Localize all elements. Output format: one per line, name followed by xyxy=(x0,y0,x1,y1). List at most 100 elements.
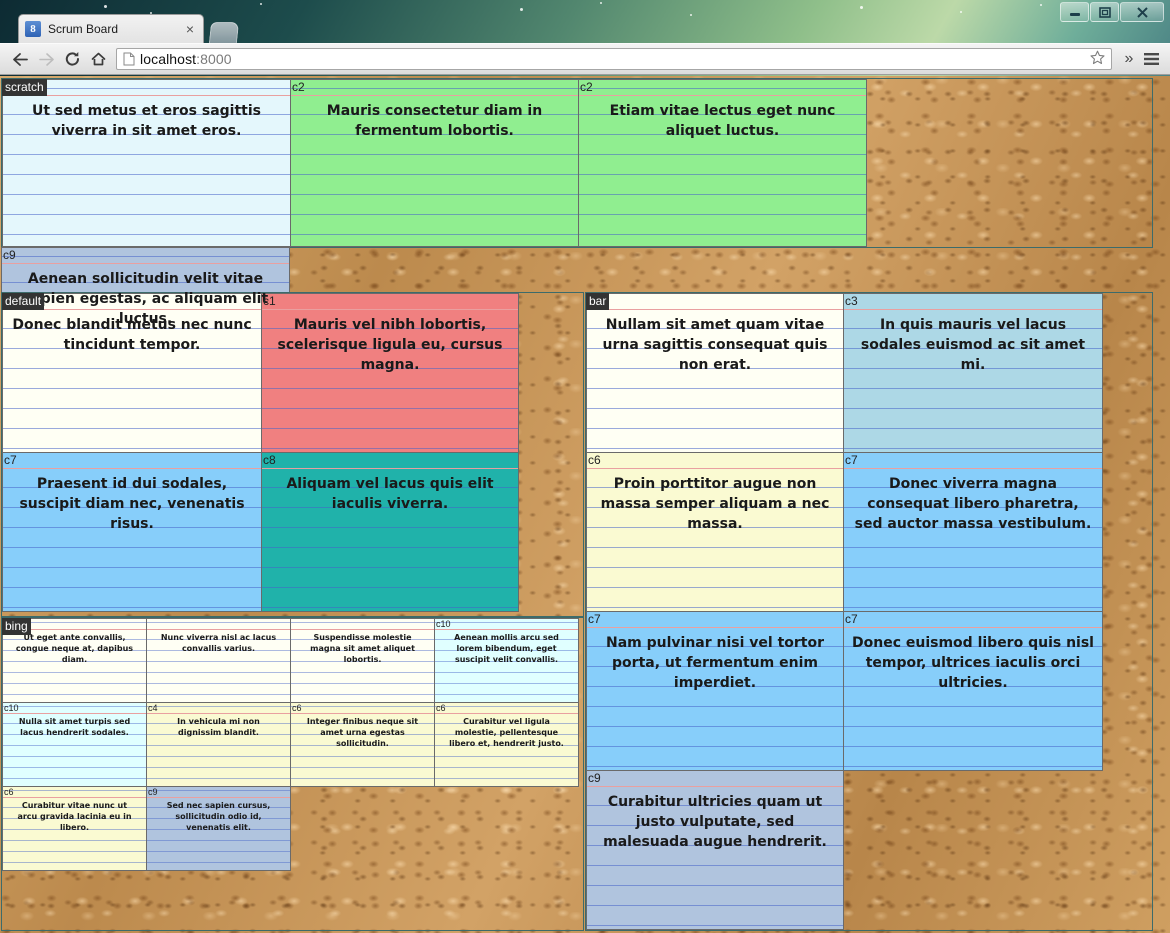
card-text: Nam pulvinar nisi vel tortor porta, ut f… xyxy=(605,635,825,691)
card-first-rule xyxy=(587,468,843,469)
card[interactable]: c4 In vehicula mi non dignissim blandit. xyxy=(146,702,291,787)
card[interactable]: c2 Mauris consectetur diam in fermentum … xyxy=(290,79,579,247)
card-text: Nunc viverra nisl ac lacus convallis var… xyxy=(160,633,277,653)
card-first-rule xyxy=(435,629,578,630)
card-id: c9 xyxy=(3,248,16,262)
card-first-rule xyxy=(3,797,146,798)
back-icon[interactable] xyxy=(8,47,32,71)
card[interactable]: Nunc viverra nisl ac lacus convallis var… xyxy=(146,618,291,703)
card[interactable]: c3 In quis mauris vel lacus sodales euis… xyxy=(843,293,1103,453)
card-id: c9 xyxy=(588,771,601,785)
card-text: Suspendisse molestie magna sit amet aliq… xyxy=(310,633,415,664)
card[interactable]: c7 Nam pulvinar nisi vel tortor porta, u… xyxy=(586,611,844,771)
new-tab-button[interactable] xyxy=(208,22,240,43)
card-text: Aliquam vel lacus quis elit iaculis vive… xyxy=(286,476,494,512)
card-id: c6 xyxy=(436,703,446,713)
card[interactable]: c6 Curabitur vel ligula molestie, pellen… xyxy=(434,702,579,787)
card-first-rule xyxy=(291,95,578,96)
card-text: Nulla sit amet turpis sed lacus hendreri… xyxy=(18,717,131,737)
card-first-rule xyxy=(291,629,434,630)
close-button[interactable] xyxy=(1120,2,1164,22)
card[interactable]: Ut sed metus et eros sagittis viverra in… xyxy=(2,79,291,247)
card-first-rule xyxy=(587,309,843,310)
card-text: Proin porttitor augue non massa semper a… xyxy=(600,476,830,532)
card-id: c10 xyxy=(4,703,19,713)
board-bing[interactable]: bing Ut eget ante convallis, congue nequ… xyxy=(1,617,584,931)
board-label-bing: bing xyxy=(2,618,31,635)
card-text: Etiam vitae lectus eget nunc aliquet luc… xyxy=(609,103,836,139)
tab-scrum-board[interactable]: 8 Scrum Board × xyxy=(18,14,204,43)
card-id: c7 xyxy=(845,453,858,467)
card-text: Donec euismod libero quis nisl tempor, u… xyxy=(852,635,1094,691)
card[interactable]: c1 Mauris vel nibh lobortis, scelerisque… xyxy=(261,293,519,453)
card-first-rule xyxy=(587,627,843,628)
card-text: In quis mauris vel lacus sodales euismod… xyxy=(860,317,1086,373)
card-text: Nullam sit amet quam vitae urna sagittis… xyxy=(602,317,828,373)
card[interactable]: c8 Aliquam vel lacus quis elit iaculis v… xyxy=(261,452,519,612)
url-host: localhost xyxy=(140,51,197,67)
card[interactable]: c7 Donec viverra magna consequat libero … xyxy=(843,452,1103,612)
card-text: Sed nec sapien cursus, sollicitudin odio… xyxy=(166,801,271,832)
card-text: Curabitur vitae nunc ut arcu gravida lac… xyxy=(17,801,132,832)
card[interactable]: c6 Proin porttitor augue non massa sempe… xyxy=(586,452,844,612)
card-first-rule xyxy=(147,629,290,630)
card-first-rule xyxy=(435,713,578,714)
page-icon xyxy=(123,52,135,66)
reload-icon[interactable] xyxy=(60,47,84,71)
card-id: c6 xyxy=(588,453,601,467)
board-bing-cards: Ut eget ante convallis, congue neque at,… xyxy=(2,618,583,930)
card-first-rule xyxy=(844,627,1102,628)
card-first-rule xyxy=(844,468,1102,469)
card-id: c3 xyxy=(845,294,858,308)
tab-title: Scrum Board xyxy=(48,22,119,36)
card-id: c7 xyxy=(845,612,858,626)
card[interactable]: c9 Sed nec sapien cursus, sollicitudin o… xyxy=(146,786,291,871)
card-id: c7 xyxy=(4,453,17,467)
minimize-button[interactable] xyxy=(1060,2,1089,22)
card-text: Curabitur vel ligula molestie, pellentes… xyxy=(449,717,564,748)
card-id: c6 xyxy=(4,787,14,797)
card-id: c4 xyxy=(148,703,158,713)
card[interactable]: c6 Integer finibus neque sit amet urna e… xyxy=(290,702,435,787)
tab-favicon: 8 xyxy=(25,21,41,37)
card-id: c7 xyxy=(588,612,601,626)
card-first-rule xyxy=(3,468,261,469)
card-text: Praesent id dui sodales, suscipit diam n… xyxy=(19,476,245,532)
card-text: Aenean mollis arcu sed lorem bibendum, e… xyxy=(454,633,559,664)
address-bar[interactable]: localhost:8000 xyxy=(116,48,1112,70)
card-first-rule xyxy=(844,309,1102,310)
card-id: c2 xyxy=(580,80,593,94)
card-first-rule xyxy=(262,468,518,469)
maximize-button[interactable] xyxy=(1090,2,1119,22)
card[interactable]: c6 Curabitur vitae nunc ut arcu gravida … xyxy=(2,786,147,871)
menu-icon[interactable] xyxy=(1140,52,1162,66)
card[interactable]: c2 Etiam vitae lectus eget nunc aliquet … xyxy=(578,79,867,247)
bookmark-star-icon[interactable] xyxy=(1090,50,1107,69)
card[interactable]: Nullam sit amet quam vitae urna sagittis… xyxy=(586,293,844,453)
card-text: Mauris vel nibh lobortis, scelerisque li… xyxy=(277,317,503,373)
browser-toolbar: localhost:8000 » xyxy=(0,43,1170,75)
card-text: Curabitur ultricies quam ut justo vulput… xyxy=(603,794,827,850)
home-icon[interactable] xyxy=(86,47,110,71)
card[interactable]: c7 Praesent id dui sodales, suscipit dia… xyxy=(2,452,262,612)
browser-window: 8 Scrum Board × localhost:8000 » scratch… xyxy=(0,0,1170,933)
card[interactable]: c10 Nulla sit amet turpis sed lacus hend… xyxy=(2,702,147,787)
card[interactable]: c7 Donec euismod libero quis nisl tempor… xyxy=(843,611,1103,771)
board-scratch-cards: Ut sed metus et eros sagittis viverra in… xyxy=(1,79,1152,415)
card-id: c10 xyxy=(436,619,451,629)
board-bar[interactable]: bar Nullam sit amet quam vitae urna sagi… xyxy=(585,292,1153,931)
card[interactable]: c9 Curabitur ultricies quam ut justo vul… xyxy=(586,770,844,930)
board-default[interactable]: default Donec blandit metus nec nunc tin… xyxy=(1,292,584,617)
overflow-chevrons-icon[interactable]: » xyxy=(1118,50,1140,68)
card[interactable]: Donec blandit metus nec nunc tincidunt t… xyxy=(2,293,262,453)
tab-strip: 8 Scrum Board × xyxy=(0,14,1170,43)
card-text: Mauris consectetur diam in fermentum lob… xyxy=(326,103,543,139)
card[interactable]: c10 Aenean mollis arcu sed lorem bibendu… xyxy=(434,618,579,703)
tab-close-icon[interactable]: × xyxy=(183,22,197,36)
card-first-rule xyxy=(291,713,434,714)
forward-icon[interactable] xyxy=(34,47,58,71)
card-first-rule xyxy=(147,713,290,714)
card-first-rule xyxy=(147,797,290,798)
card[interactable]: Suspendisse molestie magna sit amet aliq… xyxy=(290,618,435,703)
board-scratch[interactable]: scratch Ut sed metus et eros sagittis vi… xyxy=(1,78,1153,415)
